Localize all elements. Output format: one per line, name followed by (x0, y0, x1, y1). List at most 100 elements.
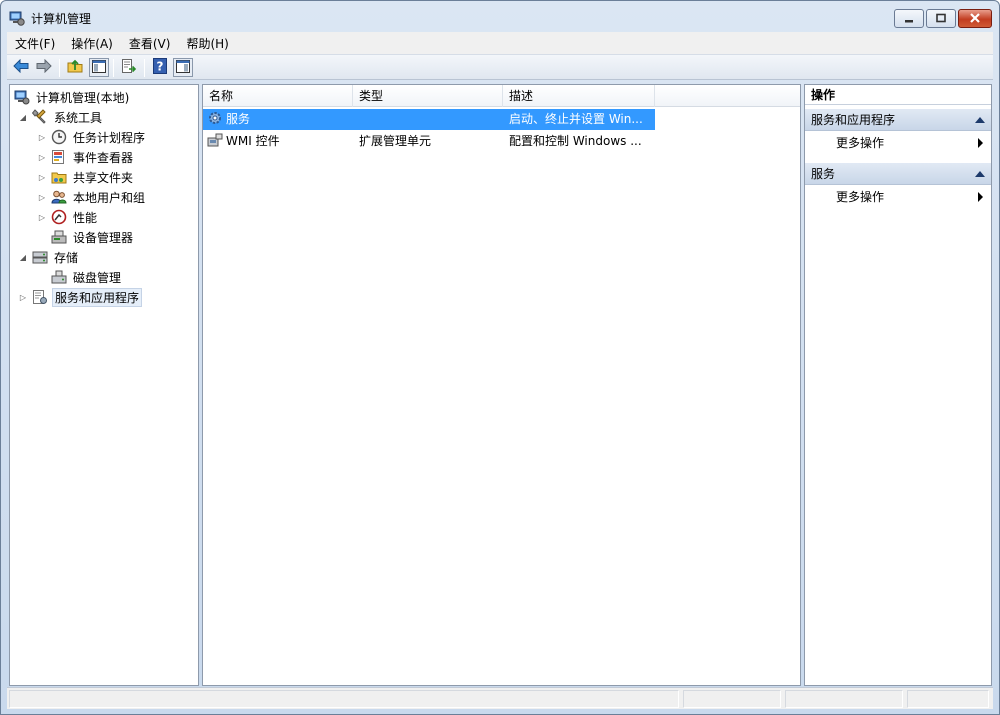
shared-folder-icon (51, 169, 67, 185)
status-cell (785, 690, 903, 708)
service-name: 服务 (226, 112, 251, 126)
expand-triangle-icon[interactable]: ▷ (37, 212, 47, 222)
expand-triangle-icon[interactable]: ▷ (18, 292, 28, 302)
tree-label: 计算机管理(本地) (36, 90, 130, 105)
action-pane: 操作 服务和应用程序 更多操作 服务 更多操作 (804, 84, 992, 686)
more-actions-item[interactable]: 更多操作 (805, 186, 991, 208)
column-header-description[interactable]: 描述 (503, 85, 655, 107)
list-header: 名称 类型 描述 (203, 85, 800, 107)
collapse-triangle-icon[interactable]: ◢ (18, 112, 28, 122)
action-section-title: 服务和应用程序 (811, 113, 896, 127)
menu-action[interactable]: 操作(A) (63, 35, 121, 52)
wmi-type: 扩展管理单元 (359, 134, 432, 148)
maximize-icon (936, 12, 946, 26)
column-header-name[interactable]: 名称 (203, 85, 353, 107)
submenu-arrow-icon (978, 138, 983, 148)
storage-icon (32, 249, 48, 265)
clock-icon (51, 129, 67, 145)
tree-item-system-tools[interactable]: ◢ 系统工具 (18, 108, 104, 126)
more-actions-item[interactable]: 更多操作 (805, 132, 991, 154)
show-hide-console-tree-button[interactable] (89, 58, 109, 77)
tree-item-storage[interactable]: ◢ 存储 (18, 248, 80, 266)
list-row-wmi-control[interactable]: WMI 控件 扩展管理单元 配置和控制 Windows ... (203, 131, 655, 152)
tree-item-task-scheduler[interactable]: ▷ 任务计划程序 (37, 128, 147, 146)
menu-bar: 文件(F) 操作(A) 查看(V) 帮助(H) (7, 32, 993, 54)
computer-management-icon (14, 89, 30, 105)
submenu-arrow-icon (978, 192, 983, 202)
forward-button[interactable] (34, 58, 54, 77)
column-header-type[interactable]: 类型 (353, 85, 503, 107)
status-bar (7, 687, 993, 709)
svg-text:?: ? (157, 60, 164, 74)
tree-label: 本地用户和组 (73, 190, 146, 205)
show-hide-console-tree-icon (92, 59, 106, 76)
expand-triangle-icon[interactable]: ▷ (37, 172, 47, 182)
more-actions-label: 更多操作 (836, 190, 885, 204)
list-row-services[interactable]: 服务 启动、终止并设置 Win... (203, 109, 655, 130)
computer-management-icon (9, 10, 25, 26)
status-cell (683, 690, 781, 708)
tree-item-performance[interactable]: ▷ 性能 (37, 208, 99, 226)
computer-management-window: 计算机管理 文件(F) 操作(A) 查看(V) 帮助(H) ? 计算机管理(本地… (0, 0, 1000, 715)
export-list-icon (121, 58, 137, 77)
menu-view[interactable]: 查看(V) (121, 35, 179, 52)
collapse-up-icon[interactable] (975, 117, 985, 123)
tree-item-event-viewer[interactable]: ▷ 事件查看器 (37, 148, 135, 166)
wmi-name: WMI 控件 (226, 134, 280, 148)
tree-label: 存储 (54, 250, 79, 265)
users-icon (51, 189, 67, 205)
wmi-description: 配置和控制 Windows ... (509, 134, 642, 148)
tree-label: 共享文件夹 (73, 170, 134, 185)
menu-help[interactable]: 帮助(H) (178, 35, 236, 52)
expand-triangle-icon[interactable]: ▷ (37, 132, 47, 142)
minimize-icon (904, 12, 914, 26)
event-viewer-icon (51, 149, 67, 165)
up-one-level-button[interactable] (65, 58, 85, 77)
close-icon (969, 12, 981, 26)
title-bar[interactable]: 计算机管理 (1, 1, 999, 33)
export-list-button[interactable] (119, 58, 139, 77)
system-tools-icon (32, 109, 48, 125)
help-button[interactable]: ? (150, 58, 170, 77)
back-button[interactable] (11, 58, 31, 77)
window-title: 计算机管理 (31, 12, 92, 26)
results-pane: 名称 类型 描述 服务 启动、终止并设置 Win... WMI 控件 扩展管理单… (202, 84, 801, 686)
console-tree: 计算机管理(本地) ◢ 系统工具 ▷ 任务计划程序 ▷ 事件查看器 ▷ 共享文件… (9, 84, 199, 686)
tree-label: 磁盘管理 (73, 270, 122, 285)
performance-icon (51, 209, 67, 225)
show-hide-action-pane-button[interactable] (173, 58, 193, 77)
maximize-button[interactable] (926, 9, 956, 28)
tree-item-disk-management[interactable]: 磁盘管理 (51, 268, 123, 286)
tree-item-shared-folders[interactable]: ▷ 共享文件夹 (37, 168, 135, 186)
menu-file[interactable]: 文件(F) (7, 35, 63, 52)
more-actions-label: 更多操作 (836, 136, 885, 150)
collapse-up-icon[interactable] (975, 171, 985, 177)
expand-triangle-icon[interactable]: ▷ (37, 192, 47, 202)
tree-label: 任务计划程序 (73, 130, 146, 145)
tree-item-local-users-groups[interactable]: ▷ 本地用户和组 (37, 188, 147, 206)
minimize-button[interactable] (894, 9, 924, 28)
tree-label: 性能 (73, 210, 98, 225)
tree-item-services-and-applications[interactable]: ▷ 服务和应用程序 (18, 287, 143, 307)
tree-label: 事件查看器 (73, 150, 134, 165)
action-pane-title: 操作 (805, 85, 991, 105)
tree-item-computer-management-local[interactable]: 计算机管理(本地) (14, 88, 131, 106)
help-icon: ? (153, 58, 167, 77)
service-type (359, 109, 503, 130)
status-cell (9, 690, 679, 708)
tree-item-device-manager[interactable]: 设备管理器 (51, 228, 135, 246)
action-section-services-and-applications[interactable]: 服务和应用程序 (805, 109, 991, 131)
show-hide-action-pane-icon (176, 59, 190, 76)
forward-arrow-icon (36, 58, 52, 76)
tree-label: 设备管理器 (73, 230, 134, 245)
close-button[interactable] (958, 9, 992, 28)
collapse-triangle-icon[interactable]: ◢ (18, 252, 28, 262)
status-cell (907, 690, 989, 708)
back-arrow-icon (13, 58, 29, 76)
services-apps-icon (32, 289, 48, 305)
gear-icon (207, 110, 223, 126)
action-section-services[interactable]: 服务 (805, 163, 991, 185)
expand-triangle-icon[interactable]: ▷ (37, 152, 47, 162)
wmi-control-icon (207, 132, 223, 148)
toolbar: ? (7, 54, 993, 80)
